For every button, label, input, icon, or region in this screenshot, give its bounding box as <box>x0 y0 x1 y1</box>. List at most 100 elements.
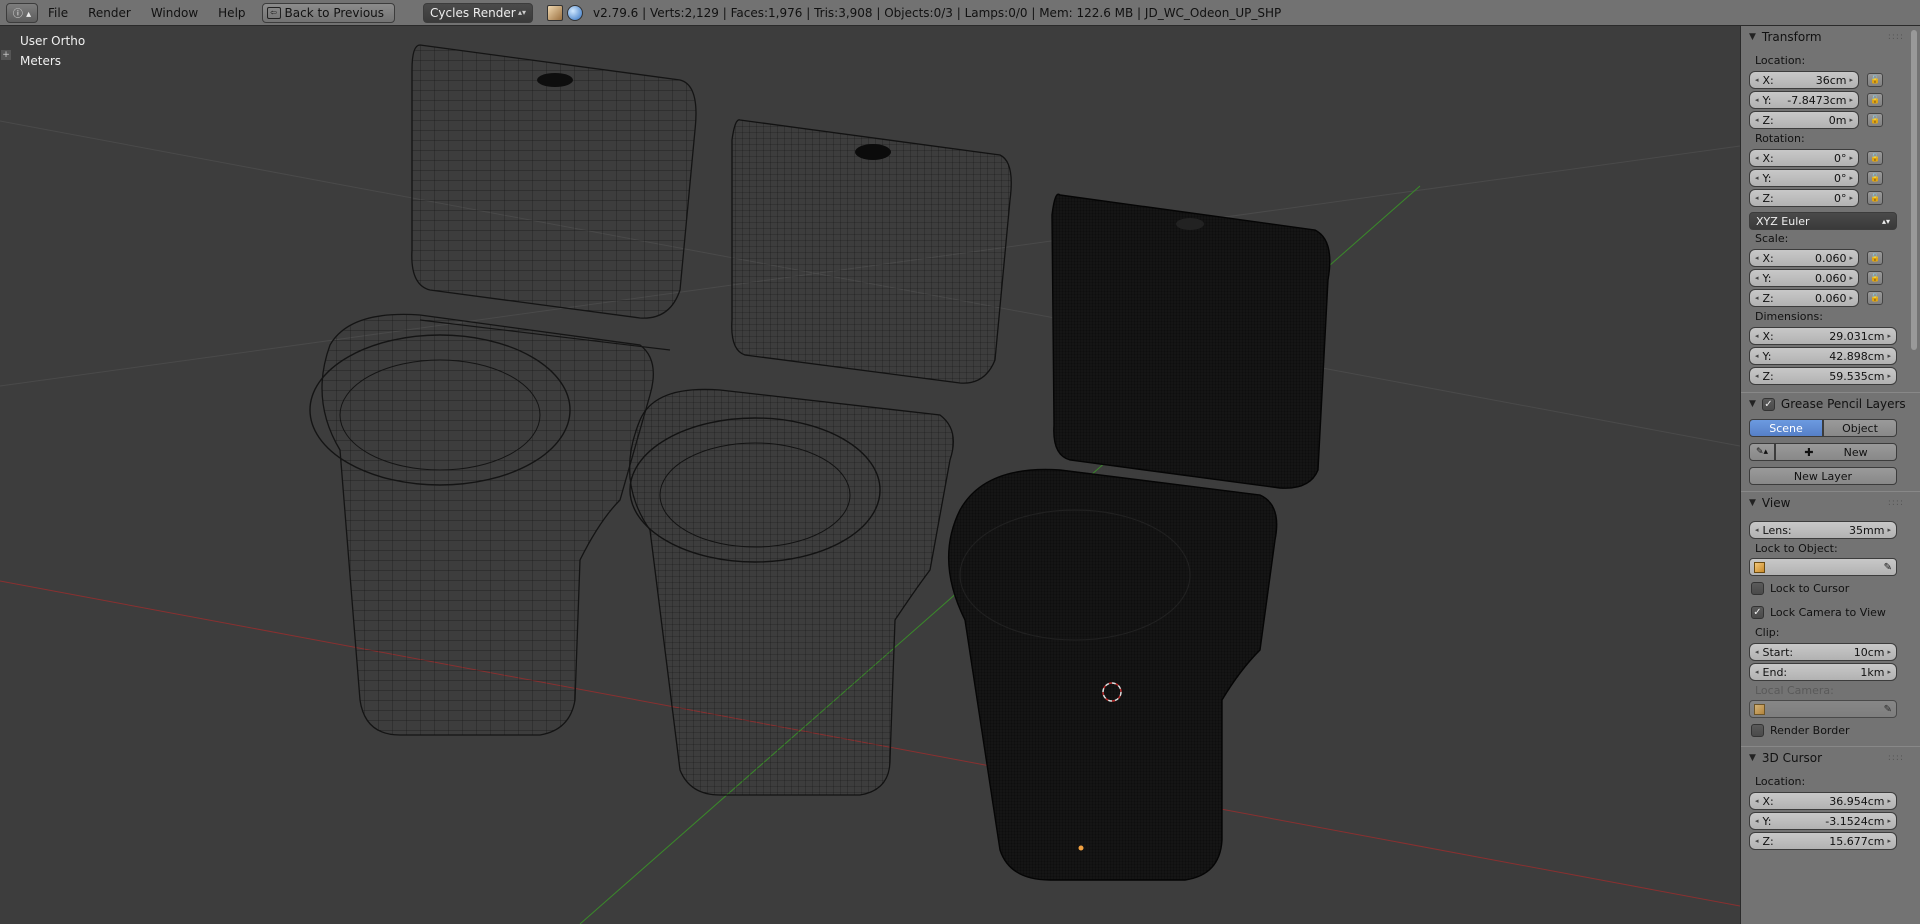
drag-grip-icon[interactable]: :::: <box>1888 32 1904 42</box>
rotation-mode-dropdown[interactable]: XYZ Euler ▴▾ <box>1749 212 1897 230</box>
clip-end-field[interactable]: ◂ End: 1km ▸ <box>1749 663 1897 681</box>
updown-icon: ▴▾ <box>1881 216 1890 226</box>
new-grease-pencil-button[interactable]: ✚ New <box>1775 443 1897 461</box>
lock-rotation-y-icon[interactable]: 🔓 <box>1867 171 1883 185</box>
drag-grip-icon[interactable]: :::: <box>1888 753 1904 763</box>
view-title: View <box>1761 496 1791 510</box>
clip-start-row: ◂ Start: 10cm ▸ <box>1741 642 1920 662</box>
3d-viewport[interactable]: + User Ortho Meters <box>0 26 1740 924</box>
cursor-x-field[interactable]: ◂ X: 36.954cm ▸ <box>1749 792 1897 810</box>
back-to-previous-button[interactable]: ⇦ Back to Previous <box>261 2 396 23</box>
render-border-row[interactable]: Render Border <box>1741 718 1920 742</box>
menu-window[interactable]: Window <box>141 6 208 20</box>
scene-stats: v2.79.6 | Verts:2,129 | Faces:1,976 | Tr… <box>593 5 1282 20</box>
new-label: New <box>1843 445 1868 459</box>
lock-rotation-z-icon[interactable]: 🔓 <box>1867 191 1883 205</box>
render-border-checkbox[interactable] <box>1751 723 1764 737</box>
scale-y-field[interactable]: ◂ Y: 0.060 ▸ <box>1749 269 1859 287</box>
cursor-z-field[interactable]: ◂ Z: 15.677cm ▸ <box>1749 832 1897 850</box>
grease-pencil-panel-header[interactable]: ▼ ✓ Grease Pencil Layers <box>1741 392 1920 415</box>
grease-pencil-source-tabs: Scene Object <box>1749 419 1897 437</box>
dimensions-z-row: ◂ Z: 59.535cm ▸ <box>1741 366 1920 386</box>
lock-scale-y-icon[interactable]: 🔓 <box>1867 271 1883 285</box>
editor-type-selector[interactable]: ⓘ ▴ <box>6 2 38 23</box>
lock-to-object-field[interactable]: ✎ <box>1749 558 1897 576</box>
location-z-row: ◂ Z: 0m ▸ 🔓 <box>1741 110 1920 130</box>
scene-icon[interactable] <box>547 4 564 21</box>
clip-end-row: ◂ End: 1km ▸ <box>1741 662 1920 682</box>
lock-camera-to-view-label: Lock Camera to View <box>1770 605 1886 619</box>
lens-row: ◂ Lens: 35mm ▸ <box>1741 520 1920 540</box>
eyedropper-icon[interactable]: ✎ <box>1884 562 1892 573</box>
dimensions-z-field[interactable]: ◂ Z: 59.535cm ▸ <box>1749 367 1897 385</box>
drag-grip-icon[interactable]: :::: <box>1888 498 1904 508</box>
view-panel-header[interactable]: ▼ View :::: <box>1741 491 1920 514</box>
location-x-row: ◂ X: 36cm ▸ 🔓 <box>1741 70 1920 90</box>
cursor-y-field[interactable]: ◂ Y: -3.1524cm ▸ <box>1749 812 1897 830</box>
transform-panel-header[interactable]: ▼ Transform :::: <box>1741 26 1920 48</box>
lock-rotation-x-icon[interactable]: 🔓 <box>1867 151 1883 165</box>
info-header: ⓘ ▴ File Render Window Help ⇦ Back to Pr… <box>0 0 1920 26</box>
updown-icon: ▴▾ <box>518 8 527 17</box>
toilet-model-left[interactable] <box>309 44 697 736</box>
pencil-icon[interactable]: ✎▴ <box>1749 443 1775 461</box>
clip-start-field[interactable]: ◂ Start: 10cm ▸ <box>1749 643 1897 661</box>
eyedropper-icon: ✎ <box>1883 703 1892 715</box>
tab-object[interactable]: Object <box>1823 419 1897 437</box>
cursor-location-label: Location: <box>1755 775 1806 788</box>
lock-camera-to-view-checkbox[interactable]: ✓ <box>1751 605 1764 619</box>
units-label: Meters <box>20 54 62 68</box>
cursor-y-row: ◂ Y: -3.1524cm ▸ <box>1741 811 1920 831</box>
properties-region: ▼ Transform :::: Location: ◂ X: 36cm ▸ 🔓 ◂ Y… <box>1740 26 1920 924</box>
lock-camera-to-view-row[interactable]: ✓ Lock Camera to View <box>1741 600 1920 624</box>
lock-scale-z-icon[interactable]: 🔓 <box>1867 291 1883 305</box>
lock-location-x-icon[interactable]: 🔓 <box>1867 73 1883 87</box>
location-x-field[interactable]: ◂ X: 36cm ▸ <box>1749 71 1859 89</box>
scale-x-field[interactable]: ◂ X: 0.060 ▸ <box>1749 249 1859 267</box>
lock-location-z-icon[interactable]: 🔓 <box>1867 113 1883 127</box>
new-layer-button[interactable]: New Layer <box>1749 467 1897 485</box>
viewport-canvas[interactable] <box>0 26 1740 924</box>
rotation-x-row: ◂ X: 0° ▸ 🔓 <box>1741 148 1920 168</box>
view-name-label: User Ortho <box>20 34 86 48</box>
world-icon[interactable] <box>567 4 584 21</box>
lock-to-cursor-label: Lock to Cursor <box>1770 581 1850 595</box>
3d-cursor-title: 3D Cursor <box>1761 751 1823 765</box>
location-z-field[interactable]: ◂ Z: 0m ▸ <box>1749 111 1859 129</box>
lens-field[interactable]: ◂ Lens: 35mm ▸ <box>1749 521 1897 539</box>
local-camera-label: Local Camera: <box>1755 684 1834 697</box>
render-border-label: Render Border <box>1770 723 1850 737</box>
rotation-mode-label: XYZ Euler <box>1756 214 1810 228</box>
menu-help[interactable]: Help <box>208 6 255 20</box>
grease-pencil-enable-checkbox[interactable]: ✓ <box>1761 397 1775 411</box>
dimensions-y-field[interactable]: ◂ Y: 42.898cm ▸ <box>1749 347 1897 365</box>
3d-cursor-panel-header[interactable]: ▼ 3D Cursor :::: <box>1741 746 1920 769</box>
lock-location-y-icon[interactable]: 🔓 <box>1867 93 1883 107</box>
location-y-field[interactable]: ◂ Y: -7.8473cm ▸ <box>1749 91 1859 109</box>
rotation-label: Rotation: <box>1755 132 1805 145</box>
dimensions-x-field[interactable]: ◂ X: 29.031cm ▸ <box>1749 327 1897 345</box>
toolshelf-expand-icon[interactable]: + <box>1 50 11 60</box>
rotation-y-row: ◂ Y: 0° ▸ 🔓 <box>1741 168 1920 188</box>
camera-cube-icon <box>1754 703 1765 715</box>
menu-render[interactable]: Render <box>78 6 141 20</box>
lock-scale-x-icon[interactable]: 🔓 <box>1867 251 1883 265</box>
rotation-y-field[interactable]: ◂ Y: 0° ▸ <box>1749 169 1859 187</box>
toilet-model-right[interactable] <box>947 193 1331 881</box>
local-camera-field: ✎ <box>1749 700 1897 718</box>
render-engine-dropdown[interactable]: Cycles Render ▴▾ <box>423 2 534 23</box>
back-to-previous-label: Back to Previous <box>284 5 385 20</box>
tab-scene[interactable]: Scene <box>1749 419 1823 437</box>
rotation-x-field[interactable]: ◂ X: 0° ▸ <box>1749 149 1859 167</box>
render-engine-label: Cycles Render <box>430 5 516 20</box>
cursor-z-row: ◂ Z: 15.677cm ▸ <box>1741 831 1920 851</box>
lock-to-object-label: Lock to Object: <box>1755 542 1838 555</box>
dimensions-label: Dimensions: <box>1755 310 1823 323</box>
menu-file[interactable]: File <box>38 6 78 20</box>
scale-z-field[interactable]: ◂ Z: 0.060 ▸ <box>1749 289 1859 307</box>
rotation-z-row: ◂ Z: 0° ▸ 🔓 <box>1741 188 1920 208</box>
lock-to-cursor-row[interactable]: Lock to Cursor <box>1741 576 1920 600</box>
lock-to-cursor-checkbox[interactable] <box>1751 581 1764 595</box>
panel-scrollbar[interactable] <box>1911 30 1917 350</box>
rotation-z-field[interactable]: ◂ Z: 0° ▸ <box>1749 189 1859 207</box>
